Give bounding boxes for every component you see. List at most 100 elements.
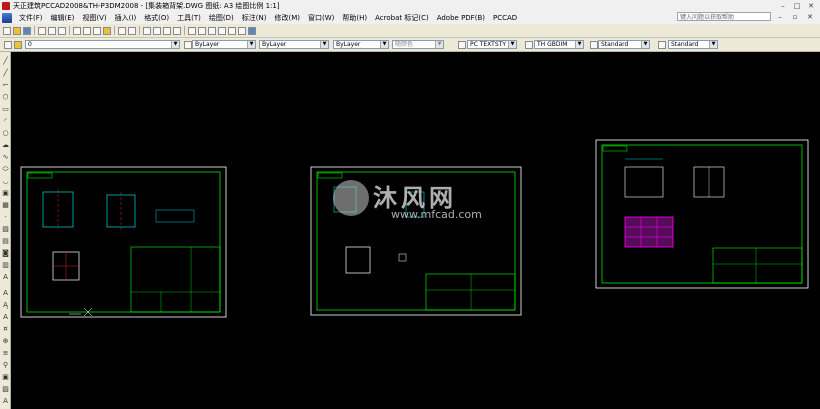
chevron-down-icon[interactable]: ▼ (171, 41, 179, 48)
print-preview-icon[interactable] (48, 26, 56, 35)
lineweight-dropdown[interactable]: ByLayer ▼ (333, 40, 389, 49)
help-search-input[interactable]: 键入问题以获取帮助 (677, 12, 771, 21)
text-style-dropdown[interactable]: PC TEXTSTY ▼ (467, 40, 517, 49)
new-icon[interactable] (3, 26, 11, 35)
markup-icon[interactable] (228, 26, 236, 35)
menu-draw[interactable]: 绘图(D) (205, 13, 238, 23)
spell-check-icon[interactable]: ⚲ (2, 362, 9, 369)
menu-format[interactable]: 格式(O) (140, 13, 173, 23)
rectangle-icon[interactable]: ▭ (2, 106, 9, 113)
doc-close-icon[interactable]: ✕ (804, 13, 816, 21)
arc-icon[interactable]: ◜ (2, 118, 9, 125)
plotstyle-dropdown[interactable]: 随颜色 ▼ (392, 40, 444, 49)
ellipse-arc-icon[interactable]: ◡ (2, 178, 9, 185)
layer-manager-icon[interactable] (4, 41, 12, 49)
menu-window[interactable]: 窗口(W) (304, 13, 338, 23)
field-icon[interactable]: ▣ (2, 374, 9, 381)
menu-help[interactable]: 帮助(H) (338, 13, 371, 23)
close-icon[interactable]: ✕ (805, 2, 817, 10)
revision-cloud-icon[interactable]: ☁ (2, 142, 9, 149)
menu-pccad[interactable]: PCCAD (489, 14, 521, 22)
save-icon[interactable] (23, 26, 31, 35)
point-icon[interactable]: · (2, 214, 9, 221)
publish-icon[interactable] (58, 26, 66, 35)
table-style-icon[interactable] (590, 41, 598, 49)
text-style-side-icon[interactable]: A (2, 314, 9, 321)
menu-modify[interactable]: 修改(M) (270, 13, 304, 23)
document-icon[interactable] (2, 12, 12, 23)
find-text-icon[interactable]: ≡ (2, 350, 9, 357)
scale-text-icon[interactable]: ¤ (2, 326, 9, 333)
attribute-icon[interactable]: ▨ (2, 386, 9, 393)
ellipse-icon[interactable]: ⬭ (2, 166, 9, 173)
polygon-icon[interactable]: ⬡ (2, 94, 9, 101)
drawing-sheet-1[interactable] (20, 166, 227, 318)
spline-icon[interactable]: ∿ (2, 154, 9, 161)
make-block-icon[interactable]: ▦ (2, 202, 9, 209)
doc-restore-icon[interactable]: ▫ (789, 13, 801, 21)
layer-state-icon[interactable] (14, 41, 22, 49)
menu-file[interactable]: 文件(F) (15, 13, 47, 23)
multileader-style-dropdown[interactable]: Standard ▼ (668, 40, 718, 49)
sheet-set-icon[interactable] (218, 26, 226, 35)
region-icon[interactable]: ◙ (2, 250, 9, 257)
dim-style-icon[interactable] (525, 41, 533, 49)
menu-adobe-pdf[interactable]: Adobe PDF(B) (433, 14, 489, 22)
chevron-down-icon[interactable]: ▼ (641, 41, 649, 48)
doc-minimize-icon[interactable]: – (774, 13, 786, 21)
drawing-sheet-2[interactable] (310, 166, 522, 316)
tool-palettes-icon[interactable] (208, 26, 216, 35)
hatch-icon[interactable]: ▧ (2, 226, 9, 233)
zoom-previous-icon[interactable] (173, 26, 181, 35)
chevron-down-icon[interactable]: ▼ (709, 41, 717, 48)
drawing-canvas[interactable]: 沐风网 www.mfcad.com (11, 52, 820, 409)
make-current-icon[interactable] (184, 41, 192, 49)
print-icon[interactable] (38, 26, 46, 35)
multiline-text-icon[interactable]: A (2, 274, 9, 281)
zoom-realtime-icon[interactable] (153, 26, 161, 35)
menu-tools[interactable]: 工具(T) (173, 13, 205, 23)
cut-icon[interactable] (73, 26, 81, 35)
undo-icon[interactable] (118, 26, 126, 35)
menu-acrobat[interactable]: Acrobat 标记(C) (371, 13, 433, 23)
circle-icon[interactable]: ○ (2, 130, 9, 137)
linetype-dropdown[interactable]: ByLayer ▼ (259, 40, 329, 49)
text-icon[interactable]: A (2, 290, 9, 297)
insert-block-icon[interactable]: ▣ (2, 190, 9, 197)
open-icon[interactable] (13, 26, 21, 35)
maximize-icon[interactable]: □ (791, 2, 803, 10)
table-icon[interactable]: ▥ (2, 262, 9, 269)
menu-view[interactable]: 视图(V) (78, 13, 110, 23)
app-icon[interactable] (2, 1, 10, 10)
line-icon[interactable]: ╱ (2, 58, 9, 65)
chevron-down-icon[interactable]: ▼ (247, 41, 255, 48)
layer-dropdown[interactable]: 0 ▼ (25, 40, 180, 49)
text-edit-icon[interactable]: Ą (2, 302, 9, 309)
drawing-sheet-3[interactable] (595, 139, 809, 289)
multileader-style-icon[interactable] (658, 41, 666, 49)
design-center-icon[interactable] (198, 26, 206, 35)
properties-icon[interactable] (188, 26, 196, 35)
justify-text-icon[interactable]: ⊕ (2, 338, 9, 345)
chevron-down-icon[interactable]: ▼ (380, 41, 388, 48)
menu-insert[interactable]: 插入(I) (111, 13, 141, 23)
construction-line-icon[interactable]: ╱ (2, 70, 9, 77)
text-style-icon[interactable] (458, 41, 466, 49)
minimize-icon[interactable]: – (777, 2, 789, 10)
match-properties-icon[interactable] (103, 26, 111, 35)
chevron-down-icon[interactable]: ▼ (508, 41, 516, 48)
dim-style-dropdown[interactable]: TH GBDIM ▼ (534, 40, 584, 49)
table-style-dropdown[interactable]: Standard ▼ (598, 40, 650, 49)
color-dropdown[interactable]: ByLayer ▼ (192, 40, 256, 49)
paste-icon[interactable] (93, 26, 101, 35)
annotate-icon[interactable]: A (2, 398, 9, 405)
pan-icon[interactable] (143, 26, 151, 35)
chevron-down-icon[interactable]: ▼ (575, 41, 583, 48)
chevron-down-icon[interactable]: ▼ (435, 41, 443, 48)
help-icon[interactable] (248, 26, 256, 35)
menu-dimension[interactable]: 标注(N) (238, 13, 271, 23)
copy-icon[interactable] (83, 26, 91, 35)
redo-icon[interactable] (128, 26, 136, 35)
zoom-window-icon[interactable] (163, 26, 171, 35)
menu-edit[interactable]: 编辑(E) (47, 13, 79, 23)
